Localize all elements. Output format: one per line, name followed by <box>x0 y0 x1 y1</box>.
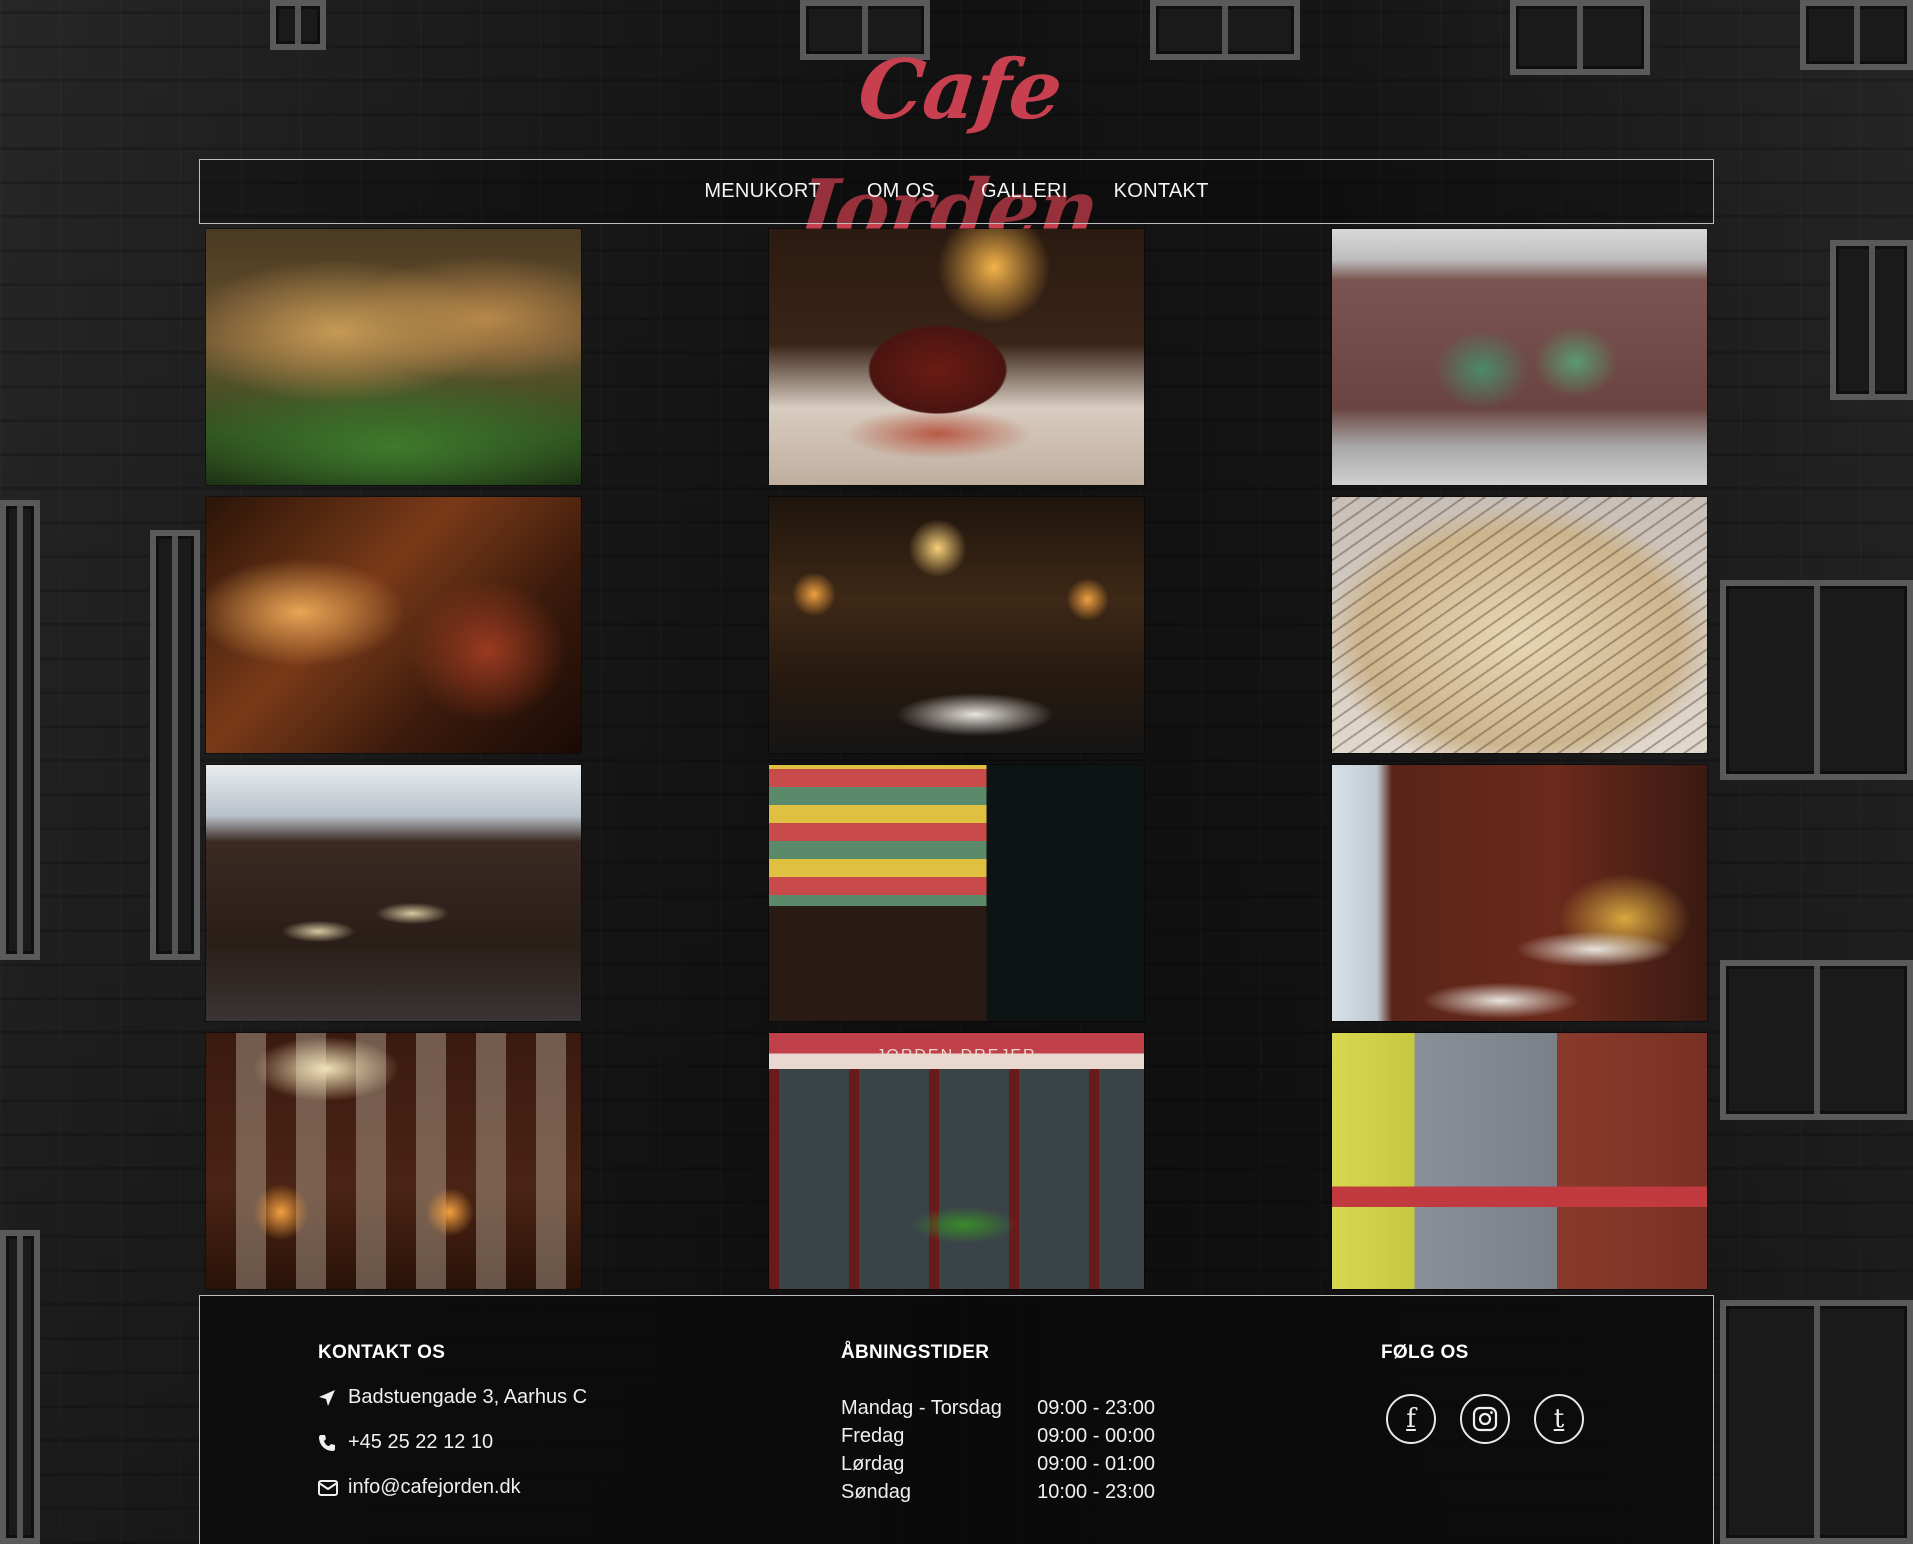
gallery-photo-mural-wall[interactable] <box>1332 229 1707 485</box>
hours-day: Søndag <box>841 1480 912 1503</box>
hours-column: ÅBNINGSTIDER Mandag - Torsdag 09:00 - 23… <box>841 1342 1155 1506</box>
hours-time: 09:00 - 01:00 <box>1037 1452 1155 1475</box>
gallery-photo-dining-room[interactable] <box>206 765 581 1021</box>
nav-item-kontakt[interactable]: KONTAKT <box>1114 180 1209 203</box>
contact-heading: KONTAKT OS <box>318 1342 446 1363</box>
address-row: Badstuengade 3, Aarhus C <box>318 1386 587 1409</box>
main-navigation: MENUKORT OM OS GALLERI KONTAKT <box>199 159 1714 224</box>
address-text: Badstuengade 3, Aarhus C <box>348 1386 588 1408</box>
gallery-photo-storefront[interactable]: JORDEN DREJER <box>769 1033 1144 1289</box>
hours-day: Fredag <box>841 1424 905 1447</box>
hours-time: 09:00 - 00:00 <box>1037 1424 1155 1447</box>
gallery-photo-cafe-interior-lamps[interactable] <box>769 497 1144 753</box>
hours-day: Mandag - Torsdag <box>841 1396 1002 1419</box>
gallery-photo-menu-card[interactable] <box>1332 497 1707 753</box>
gallery-photo-sandwiches[interactable] <box>206 229 581 485</box>
nav-item-menukort[interactable]: MENUKORT <box>704 180 820 203</box>
social-heading: FØLG OS <box>1381 1342 1469 1363</box>
email-link[interactable]: info@cafejorden.dk <box>348 1476 521 1499</box>
location-arrow-icon <box>318 1389 336 1407</box>
hours-day: Lørdag <box>841 1452 905 1475</box>
gallery-photo-coffee-cup[interactable] <box>769 229 1144 485</box>
hours-row: Mandag - Torsdag 09:00 - 23:00 <box>841 1394 1155 1422</box>
social-links: f t <box>1386 1394 1584 1444</box>
gallery-photo-payphone-postcards[interactable] <box>769 765 1144 1021</box>
gallery-photo-picture-wall[interactable] <box>206 1033 581 1289</box>
storefront-sign: JORDEN DREJER <box>876 1047 1037 1064</box>
hours-time: 10:00 - 23:00 <box>1037 1480 1155 1503</box>
phone-row: +45 25 22 12 10 <box>318 1431 587 1454</box>
hours-time: 09:00 - 23:00 <box>1037 1396 1155 1419</box>
instagram-icon[interactable] <box>1460 1394 1510 1444</box>
email-row: info@cafejorden.dk <box>318 1476 587 1499</box>
tumblr-icon[interactable]: t <box>1534 1394 1584 1444</box>
hours-heading: ÅBNINGSTIDER <box>841 1342 990 1363</box>
site-logo[interactable]: Cafe Jorden <box>764 30 1157 258</box>
social-column: FØLG OS f t <box>1381 1342 1584 1444</box>
hours-row: Søndag 10:00 - 23:00 <box>841 1478 1155 1506</box>
contact-column: KONTAKT OS Badstuengade 3, Aarhus C +45 … <box>318 1342 587 1499</box>
hours-row: Lørdag 09:00 - 01:00 <box>841 1450 1155 1478</box>
envelope-icon <box>318 1479 338 1497</box>
hours-table: Mandag - Torsdag 09:00 - 23:00 Fredag 09… <box>841 1394 1155 1506</box>
gallery-photo-street-facade[interactable] <box>1332 1033 1707 1289</box>
gallery-photo-window-table[interactable] <box>1332 765 1707 1021</box>
facebook-icon[interactable]: f <box>1386 1394 1436 1444</box>
hours-row: Fredag 09:00 - 00:00 <box>841 1422 1155 1450</box>
phone-icon <box>318 1434 336 1452</box>
nav-item-om-os[interactable]: OM OS <box>867 180 935 203</box>
site-footer: KONTAKT OS Badstuengade 3, Aarhus C +45 … <box>199 1295 1714 1544</box>
nav-item-galleri[interactable]: GALLERI <box>981 180 1068 203</box>
phone-link[interactable]: +45 25 22 12 10 <box>348 1431 493 1454</box>
gallery-photo-staircase[interactable] <box>206 497 581 753</box>
